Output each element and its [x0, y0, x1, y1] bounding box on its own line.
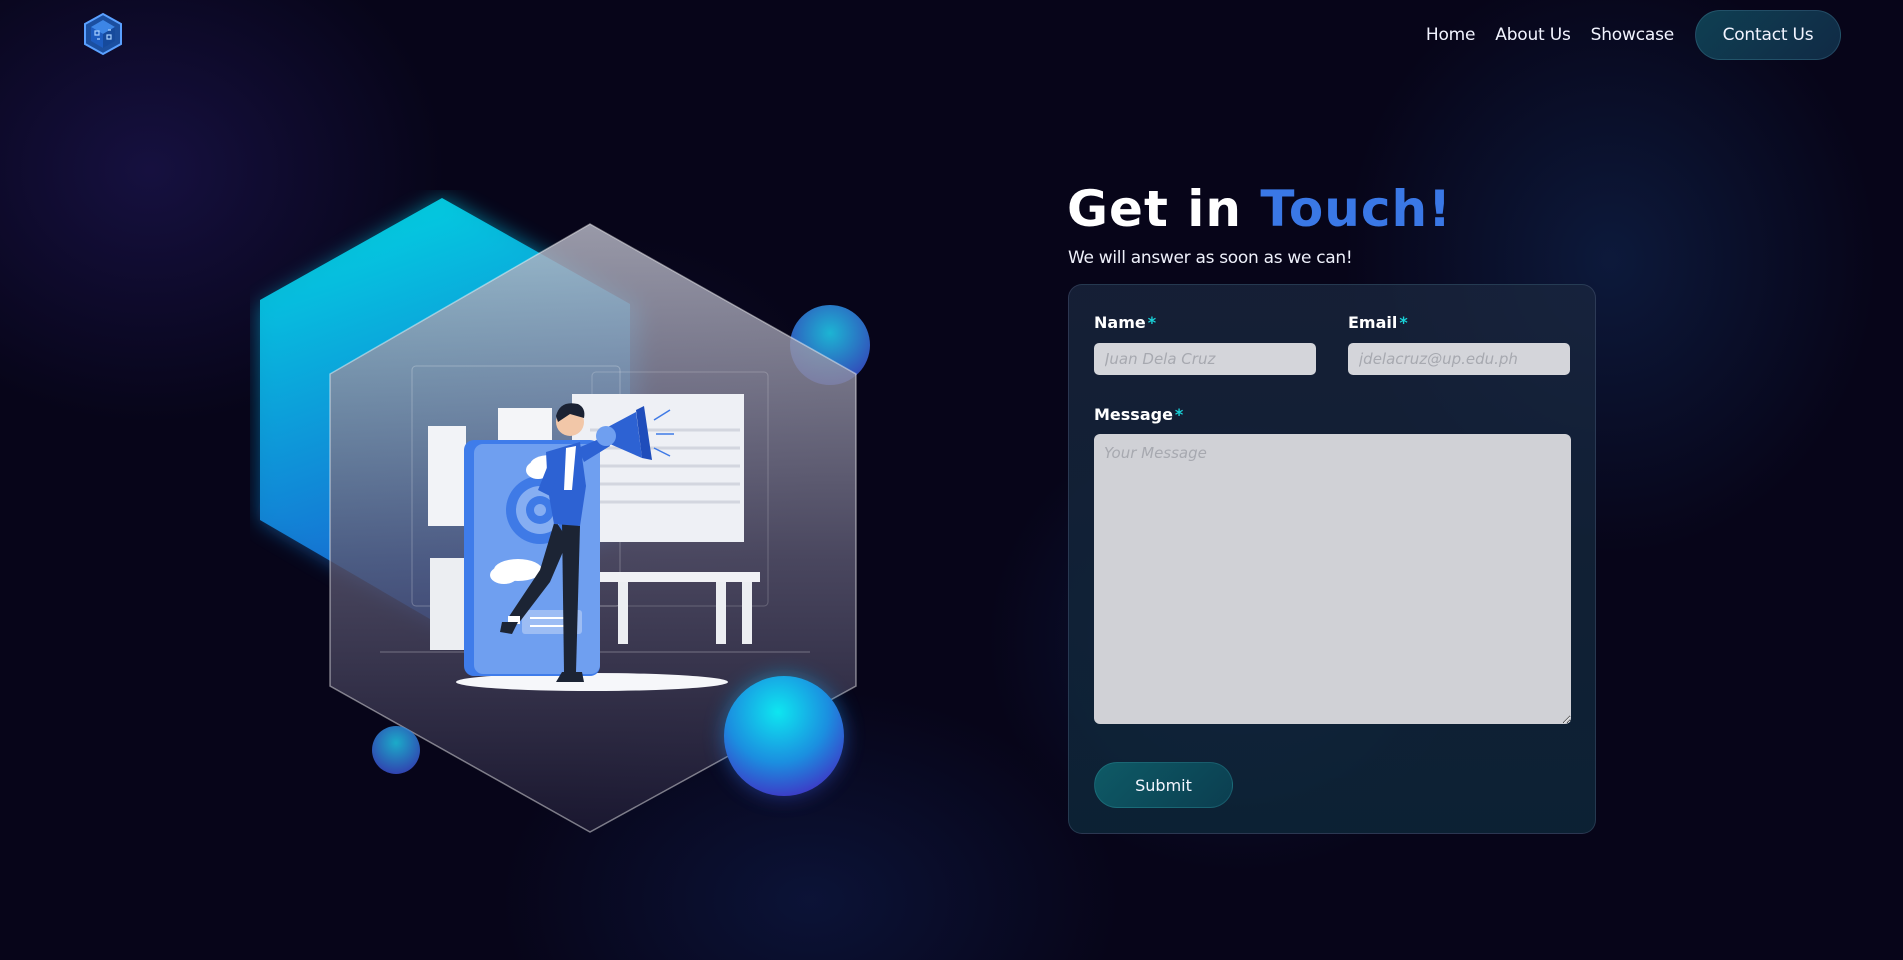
- name-label: Name *: [1094, 313, 1156, 332]
- nav-contact-us-button[interactable]: Contact Us: [1695, 10, 1841, 60]
- page-title: Get in Touch!: [1067, 180, 1452, 238]
- name-required-mark: *: [1147, 313, 1157, 332]
- cube-logo-icon[interactable]: [82, 12, 124, 56]
- contact-form: Name* Email* Message* Submit: [1068, 284, 1596, 834]
- message-label-text: Message: [1094, 405, 1173, 424]
- message-required-mark: *: [1174, 405, 1184, 424]
- email-label-text: Email: [1348, 313, 1398, 332]
- title-part1: Get in: [1067, 180, 1242, 238]
- main-nav: Home About Us Showcase Contact Us: [1406, 10, 1841, 60]
- email-required-mark: *: [1399, 313, 1408, 332]
- nav-showcase-link[interactable]: Showcase: [1591, 25, 1675, 45]
- submit-button[interactable]: Submit: [1094, 762, 1233, 808]
- email-label: Email *: [1348, 313, 1408, 332]
- page-subtitle: We will answer as soon as we can!: [1068, 248, 1353, 268]
- email-input[interactable]: [1348, 343, 1570, 375]
- nav-about-us-link[interactable]: About Us: [1495, 25, 1571, 45]
- title-accent: Touch!: [1260, 180, 1452, 238]
- nav-home-link[interactable]: Home: [1426, 25, 1476, 45]
- name-label-text: Name: [1094, 313, 1146, 332]
- page: Home About Us Showcase Contact Us Get in…: [0, 0, 1903, 960]
- message-label: Message *: [1094, 405, 1183, 424]
- name-input[interactable]: [1094, 343, 1316, 375]
- man-with-megaphone-illustration: [260, 198, 870, 833]
- message-textarea[interactable]: [1094, 434, 1571, 724]
